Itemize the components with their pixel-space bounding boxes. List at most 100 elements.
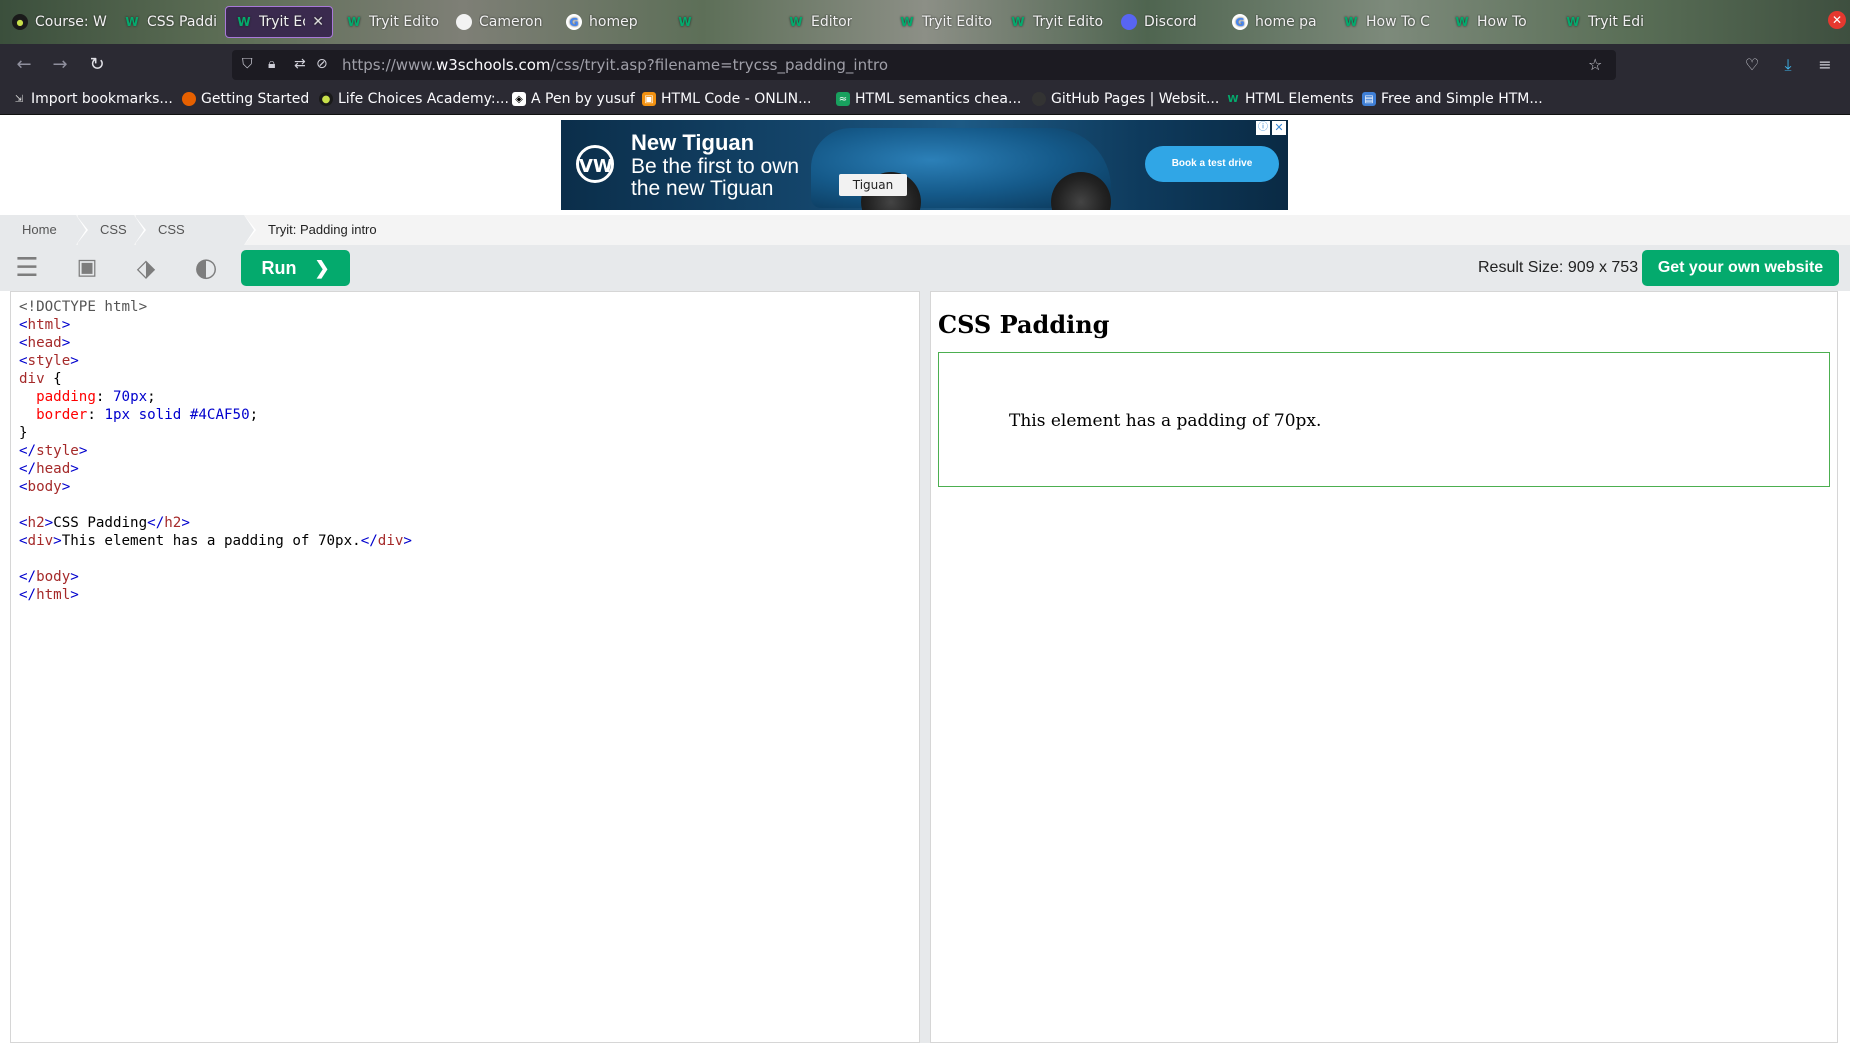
code-line[interactable]: <html>	[19, 316, 919, 334]
ad-info-icon[interactable]: ⓘ	[1256, 121, 1270, 135]
w3schools-icon: W	[1227, 93, 1239, 105]
tracking-off-icon[interactable]: ⊘	[316, 56, 328, 72]
google-icon: G	[566, 14, 582, 30]
tab-editor[interactable]: W Editor	[778, 6, 886, 38]
get-own-website-button[interactable]: Get your own website	[1642, 250, 1839, 286]
tab-github[interactable]: Cameron	[446, 6, 554, 38]
discord-icon	[1121, 14, 1137, 30]
breadcrumb-home[interactable]: Home	[0, 215, 88, 245]
tab-w3[interactable]: W	[667, 6, 775, 38]
code-line[interactable]	[19, 550, 919, 568]
lock-icon[interactable]: 🔒︎	[268, 56, 275, 72]
bookmark-free-html[interactable]: ▤ Free and Simple HTM...	[1362, 91, 1543, 107]
tab-tryit-active[interactable]: W Tryit Edi ✕	[225, 6, 333, 38]
window-close-icon[interactable]: ✕	[1828, 11, 1846, 29]
dark-mode-icon[interactable]: ◐	[191, 253, 221, 283]
code-line[interactable]: padding: 70px;	[19, 388, 919, 406]
code-line[interactable]	[19, 496, 919, 514]
code-line[interactable]: <body>	[19, 478, 919, 496]
editor-toolbar: ☰ ▣ ⬗ ◐ Run ❯ Result Size: 909 x 753 Get…	[0, 245, 1850, 291]
breadcrumb-current: Tryit: Padding intro	[268, 222, 377, 237]
save-icon[interactable]: ▣	[72, 253, 102, 283]
shield-icon[interactable]: ⛉	[242, 56, 253, 72]
github-icon	[1032, 92, 1046, 106]
html-code-icon: ▣	[642, 92, 656, 106]
tab-google-homep[interactable]: G homep	[556, 6, 664, 38]
github-icon	[456, 14, 472, 30]
license-plate: Tiguan	[839, 174, 907, 196]
vw-logo: VW	[576, 145, 614, 183]
address-bar[interactable]: ⛉ 🔒︎ ⇄ ⊘ https://www.w3schools.com/css/t…	[232, 50, 1616, 80]
bookmark-codepen[interactable]: ◈ A Pen by yusuf	[512, 91, 635, 107]
pane-divider[interactable]	[920, 291, 930, 1043]
code-editor[interactable]: <!DOCTYPE html> <html> <head> <style> div { …	[10, 291, 920, 1043]
chevron-right-icon: ❯	[314, 257, 330, 278]
padded-div-text: This element has a padding of 70px.	[1009, 411, 1322, 431]
advertisement-banner[interactable]: VW Tiguan New Tiguan Be the first to own…	[561, 120, 1288, 210]
tab-how-to[interactable]: W How To C	[1333, 6, 1441, 38]
bookmark-html-elements[interactable]: W HTML Elements	[1226, 91, 1353, 107]
reload-icon[interactable]: ↻	[85, 53, 109, 77]
forward-arrow-icon[interactable]: →	[48, 53, 72, 77]
cheatsheet-icon: ≈	[836, 92, 850, 106]
url-text[interactable]: https://www.w3schools.com/css/tryit.asp?…	[342, 56, 888, 74]
tab-css-padding[interactable]: W CSS Paddi	[114, 6, 222, 38]
code-line[interactable]: <!DOCTYPE html>	[19, 298, 919, 316]
w3schools-icon: W	[1011, 15, 1025, 29]
code-line[interactable]: <style>	[19, 352, 919, 370]
result-pane: CSS Padding This element has a padding o…	[930, 291, 1838, 1043]
w3schools-icon: W	[1455, 15, 1469, 29]
firefox-icon	[182, 92, 196, 106]
bookmark-star-icon[interactable]: ☆	[1588, 55, 1602, 74]
code-line[interactable]: </body>	[19, 568, 919, 586]
tab-google-home[interactable]: G home pa	[1222, 6, 1330, 38]
tab-bar: ● Course: W W CSS Paddi W Tryit Edi ✕ W …	[0, 0, 1850, 44]
code-line[interactable]: <head>	[19, 334, 919, 352]
bookmark-html-code[interactable]: ▣ HTML Code - ONLIN...	[642, 91, 811, 107]
close-tab-icon[interactable]: ✕	[312, 14, 324, 30]
menu-icon[interactable]: ≡	[1813, 53, 1837, 77]
code-line[interactable]: </style>	[19, 442, 919, 460]
tab-course[interactable]: ● Course: W	[2, 6, 110, 38]
lifechoices-icon: ●	[319, 92, 333, 106]
codepen-icon: ◈	[512, 92, 526, 106]
permissions-icon[interactable]: ⇄	[294, 56, 306, 72]
tab-tryit[interactable]: W Tryit Edi	[1555, 6, 1663, 38]
tab-tryit[interactable]: W Tryit Edito	[889, 6, 997, 38]
padded-div: This element has a padding of 70px.	[938, 352, 1830, 487]
tab-tryit[interactable]: W Tryit Edito	[336, 6, 444, 38]
back-arrow-icon[interactable]: ←	[12, 53, 36, 77]
code-line[interactable]: </head>	[19, 460, 919, 478]
w3schools-icon: W	[347, 15, 361, 29]
navigation-bar: ← → ↻ ⛉ 🔒︎ ⇄ ⊘ https://www.w3schools.com…	[0, 44, 1850, 86]
code-line[interactable]: div {	[19, 370, 919, 388]
code-line[interactable]: <h2>CSS Padding</h2>	[19, 514, 919, 532]
bookmark-html-semantics[interactable]: ≈ HTML semantics chea...	[836, 91, 1021, 107]
w3schools-icon: W	[789, 15, 803, 29]
hamburger-menu-icon[interactable]: ☰	[12, 253, 42, 283]
bookmark-life-choices[interactable]: ● Life Choices Academy:...	[319, 91, 509, 107]
bookmark-getting-started[interactable]: Getting Started	[182, 91, 309, 107]
result-heading: CSS Padding	[938, 310, 1110, 339]
result-size: Result Size: 909 x 753	[1478, 259, 1639, 276]
pocket-icon[interactable]: ♡	[1740, 53, 1764, 77]
ad-cta-button[interactable]: Book a test drive	[1145, 146, 1279, 182]
w3schools-icon: W	[1344, 15, 1358, 29]
code-line[interactable]: <div>This element has a padding of 70px.…	[19, 532, 919, 550]
tab-how-to[interactable]: W How To	[1444, 6, 1552, 38]
code-line[interactable]: border: 1px solid #4CAF50;	[19, 406, 919, 424]
ad-close-icon[interactable]: ✕	[1272, 121, 1286, 135]
rotate-layout-icon[interactable]: ⬗	[131, 253, 161, 283]
download-icon[interactable]: ⤓	[1776, 53, 1800, 77]
run-button[interactable]: Run ❯	[241, 250, 350, 286]
code-area[interactable]: <!DOCTYPE html> <html> <head> <style> div { …	[11, 292, 919, 604]
tab-tryit[interactable]: W Tryit Edito	[1000, 6, 1108, 38]
bookmarks-bar: ⇲ Import bookmarks... Getting Started ● …	[0, 86, 1850, 115]
bookmark-import[interactable]: ⇲ Import bookmarks...	[12, 91, 173, 107]
tab-discord[interactable]: Discord	[1111, 6, 1219, 38]
bookmark-github-pages[interactable]: GitHub Pages | Websit...	[1032, 91, 1219, 107]
code-line[interactable]: }	[19, 424, 919, 442]
code-line[interactable]: </html>	[19, 586, 919, 604]
w3schools-icon: W	[125, 15, 139, 29]
breadcrumb-css-padding[interactable]: CSS Padding	[136, 215, 256, 267]
